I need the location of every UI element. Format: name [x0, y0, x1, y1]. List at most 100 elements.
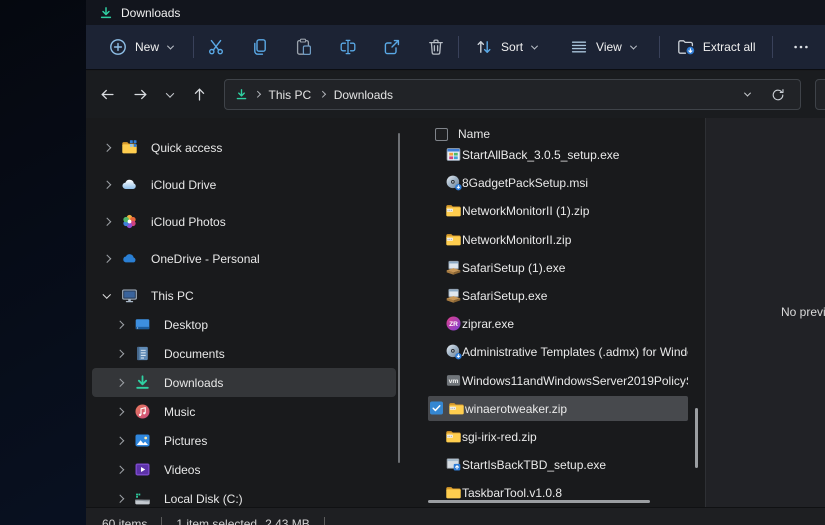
onedrive-icon	[121, 250, 138, 267]
sidebar-item-documents[interactable]: Documents	[92, 339, 396, 368]
cut-button[interactable]	[194, 30, 238, 64]
chevron-right-icon[interactable]	[113, 438, 127, 444]
file-row[interactable]: StartAllBack_3.0.5_setup.exe	[406, 141, 700, 169]
status-items-count: 60 items	[102, 517, 147, 525]
copy-button[interactable]	[238, 30, 282, 64]
file-name: NetworkMonitorII.zip	[462, 233, 688, 247]
sidebar-item-videos[interactable]: Videos	[92, 455, 396, 484]
chevron-right-icon[interactable]	[100, 219, 114, 225]
extract-all-button[interactable]: Extract all	[668, 30, 764, 64]
recent-locations-button[interactable]	[157, 79, 183, 111]
icloud-drive-icon	[121, 176, 138, 193]
file-list-horizontal-scrollbar[interactable]	[428, 500, 650, 503]
select-all-checkbox[interactable]	[435, 128, 448, 141]
file-row[interactable]: NetworkMonitorII.zip	[406, 226, 700, 254]
chevron-right-icon[interactable]	[113, 467, 127, 473]
chevron-right-icon[interactable]	[113, 322, 127, 328]
chevron-right-icon[interactable]	[100, 182, 114, 188]
preview-message: No preview available	[781, 305, 825, 319]
downloads-icon	[134, 374, 151, 391]
disk-drive-icon	[134, 490, 151, 507]
address-bar-row: This PC Downloads	[86, 71, 825, 118]
view-button[interactable]: View	[561, 30, 644, 64]
status-divider	[161, 517, 162, 525]
rename-button[interactable]	[326, 30, 370, 64]
sidebar-item-icloud-drive[interactable]: iCloud Drive	[92, 170, 396, 199]
file-row[interactable]: StartIsBackTBD_setup.exe	[406, 451, 700, 479]
file-name: ziprar.exe	[462, 317, 688, 331]
file-name: SafariSetup (1).exe	[462, 261, 688, 275]
file-row[interactable]: winaerotweaker.zip	[406, 395, 700, 423]
back-button[interactable]	[91, 79, 124, 111]
sidebar-item-downloads[interactable]: Downloads	[92, 368, 396, 397]
setup-box-icon	[445, 259, 462, 276]
startisback-icon	[445, 456, 462, 473]
sidebar-item-local-disk-c[interactable]: Local Disk (C:)	[92, 484, 396, 507]
file-name: SafariSetup.exe	[462, 289, 688, 303]
more-options-button[interactable]	[779, 30, 823, 64]
file-row[interactable]: NetworkMonitorII (1).zip	[406, 197, 700, 225]
file-row[interactable]: ZRziprar.exe	[406, 310, 700, 338]
chevron-right-icon[interactable]	[100, 256, 114, 262]
sidebar-item-label: Downloads	[164, 376, 223, 390]
status-selection: 1 item selected	[176, 517, 257, 525]
refresh-icon[interactable]	[770, 87, 786, 103]
sort-button-label: Sort	[501, 40, 523, 54]
chevron-right-icon[interactable]	[113, 496, 127, 502]
view-icon	[569, 37, 589, 57]
delete-button[interactable]	[414, 30, 458, 64]
share-button[interactable]	[370, 30, 414, 64]
file-name: NetworkMonitorII (1).zip	[462, 204, 688, 218]
back-icon	[99, 86, 116, 103]
sidebar-item-desktop[interactable]: Desktop	[92, 310, 396, 339]
chevron-right-icon[interactable]	[113, 409, 127, 415]
more-icon	[791, 37, 811, 57]
sidebar-item-this-pc[interactable]: This PC	[92, 281, 396, 310]
view-button-label: View	[596, 40, 622, 54]
toolbar-divider	[772, 36, 773, 58]
file-row[interactable]: Administrative Templates (.admx) for Win…	[406, 338, 700, 366]
sidebar-item-label: Documents	[164, 347, 225, 361]
forward-button[interactable]	[124, 79, 157, 111]
sidebar-item-label: OneDrive - Personal	[151, 252, 260, 266]
chevron-down-icon	[531, 42, 538, 49]
chevron-down-icon	[630, 42, 637, 49]
sidebar-item-pictures[interactable]: Pictures	[92, 426, 396, 455]
file-name: winaerotweaker.zip	[465, 402, 688, 416]
address-dropdown-chevron-icon[interactable]	[744, 90, 751, 97]
file-row[interactable]: sgi-irix-red.zip	[406, 423, 700, 451]
file-row[interactable]: SafariSetup (1).exe	[406, 254, 700, 282]
sidebar-item-music[interactable]: Music	[92, 397, 396, 426]
up-button[interactable]	[183, 79, 216, 111]
documents-icon	[134, 345, 151, 362]
quick-access-icon	[121, 139, 138, 156]
pictures-icon	[134, 432, 151, 449]
address-bar[interactable]: This PC Downloads	[224, 79, 801, 110]
file-name: TaskbarTool.v1.0.8	[462, 486, 688, 500]
chevron-down-icon[interactable]	[100, 293, 114, 299]
column-header-name[interactable]: Name	[458, 127, 490, 141]
desktop-background: { "window": { "tab_title": "Downloads" }…	[0, 0, 825, 525]
sidebar-item-onedrive-personal[interactable]: OneDrive - Personal	[92, 244, 396, 273]
search-input[interactable]	[815, 79, 825, 110]
sidebar-item-quick-access[interactable]: Quick access	[92, 133, 396, 162]
chevron-right-icon[interactable]	[100, 145, 114, 151]
breadcrumb-this-pc[interactable]: This PC	[267, 88, 314, 102]
delete-icon	[426, 37, 446, 57]
sidebar-item-icloud-photos[interactable]: iCloud Photos	[92, 207, 396, 236]
this-pc-icon	[121, 287, 138, 304]
file-row[interactable]: 8GadgetPackSetup.msi	[406, 169, 700, 197]
checkbox-checked-icon[interactable]	[430, 401, 443, 414]
paste-button[interactable]	[282, 30, 326, 64]
breadcrumb-downloads[interactable]: Downloads	[332, 88, 395, 102]
file-row[interactable]: SafariSetup.exe	[406, 282, 700, 310]
chevron-down-icon	[167, 42, 174, 49]
new-button[interactable]: New	[100, 30, 181, 64]
sort-button[interactable]: Sort	[466, 30, 545, 64]
chevron-right-icon[interactable]	[113, 351, 127, 357]
file-list-vertical-scrollbar[interactable]	[695, 408, 698, 468]
tab-downloads[interactable]: Downloads	[99, 0, 190, 25]
sidebar-scrollbar[interactable]	[398, 133, 400, 463]
chevron-right-icon[interactable]	[113, 380, 127, 386]
file-row[interactable]: vmWindows11andWindowsServer2019PolicySet…	[406, 367, 700, 395]
